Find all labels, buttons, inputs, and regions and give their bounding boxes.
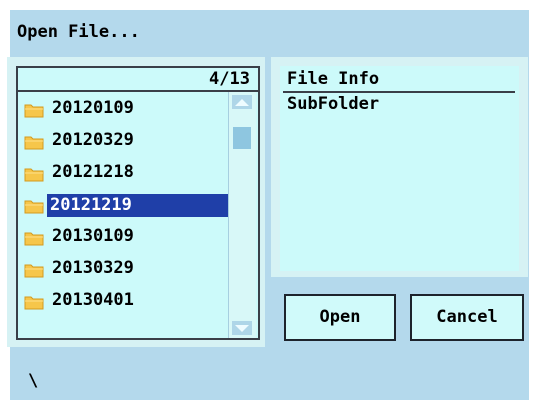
folder-icon bbox=[24, 104, 44, 118]
folder-icon bbox=[24, 168, 44, 182]
cancel-button[interactable]: Cancel bbox=[410, 294, 524, 341]
scroll-thumb[interactable] bbox=[233, 127, 251, 149]
list-item-label: 20121219 bbox=[47, 194, 229, 217]
arrow-up-icon bbox=[235, 99, 249, 106]
list-item-label: 20120109 bbox=[52, 98, 134, 118]
arrow-down-icon bbox=[235, 325, 249, 332]
list-item[interactable]: 20130329 bbox=[18, 252, 228, 284]
list-item[interactable]: 20121219 bbox=[18, 188, 229, 220]
folder-icon bbox=[24, 136, 44, 150]
current-path: \ bbox=[28, 371, 39, 391]
list-item[interactable]: 20130401 bbox=[18, 284, 228, 316]
dialog-title: Open File... bbox=[17, 22, 140, 42]
file-info-header: File Info bbox=[287, 69, 380, 89]
open-button[interactable]: Open bbox=[284, 294, 396, 341]
list-item[interactable]: 20120329 bbox=[18, 124, 228, 156]
folder-icon bbox=[24, 200, 44, 214]
list-item-label: 20121218 bbox=[52, 162, 134, 182]
file-info-value: SubFolder bbox=[287, 94, 380, 114]
list-item[interactable]: 20121218 bbox=[18, 156, 228, 188]
scrollbar[interactable] bbox=[228, 92, 256, 338]
folder-icon bbox=[24, 296, 44, 310]
list-item-label: 20130401 bbox=[52, 290, 134, 310]
list-item[interactable]: 20130109 bbox=[18, 220, 228, 252]
file-list-rows: 20120109 20120329 20121218 20121219 20130109… bbox=[18, 92, 229, 316]
scroll-up-button[interactable] bbox=[232, 95, 252, 109]
item-counter: 4/13 bbox=[18, 68, 258, 92]
scroll-down-button[interactable] bbox=[232, 321, 252, 335]
folder-icon bbox=[24, 232, 44, 246]
file-list[interactable]: 4/13 20120109 20120329 20121218 20121219 201… bbox=[16, 66, 260, 340]
folder-icon bbox=[24, 264, 44, 278]
list-item-label: 20130329 bbox=[52, 258, 134, 278]
file-info-panel: File Info SubFolder bbox=[280, 66, 519, 271]
list-item-label: 20120329 bbox=[52, 130, 134, 150]
list-item[interactable]: 20120109 bbox=[18, 92, 228, 124]
list-item-label: 20130109 bbox=[52, 226, 134, 246]
